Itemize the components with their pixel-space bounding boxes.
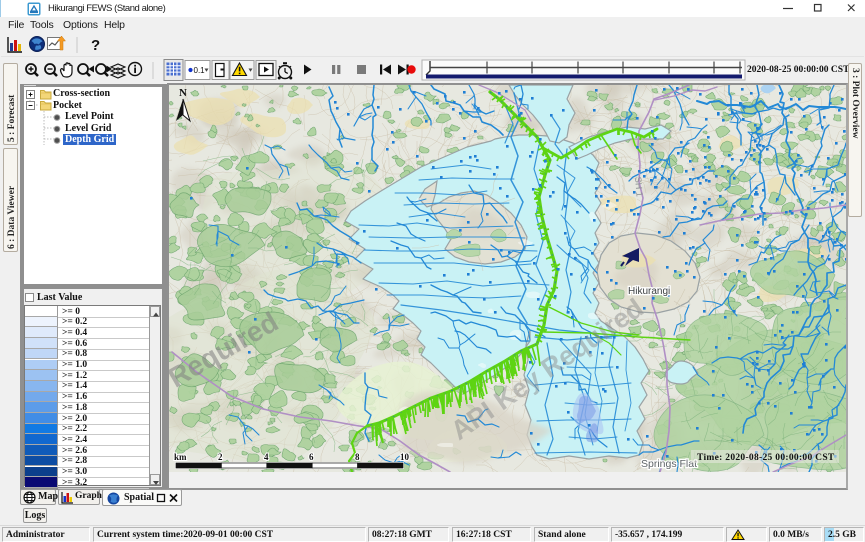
svg-text:Springs Flat: Springs Flat bbox=[641, 458, 697, 470]
svg-text:8: 8 bbox=[355, 452, 360, 462]
svg-text:Hikurangi: Hikurangi bbox=[628, 286, 670, 297]
svg-text:0.1: 0.1 bbox=[194, 66, 206, 75]
svg-text:6: 6 bbox=[309, 452, 314, 462]
svg-text:km: km bbox=[174, 452, 187, 462]
svg-text:4: 4 bbox=[264, 452, 269, 462]
svg-text:SH 1: SH 1 bbox=[633, 176, 645, 197]
svg-text:Time: 2020-08-25 00:00:00 CST: Time: 2020-08-25 00:00:00 CST bbox=[697, 453, 835, 463]
svg-text:N: N bbox=[179, 87, 187, 99]
svg-text:?: ? bbox=[91, 37, 100, 54]
svg-text:10: 10 bbox=[400, 452, 410, 462]
svg-text:2: 2 bbox=[218, 452, 223, 462]
svg-text:2020-08-25 00:00:00 CST: 2020-08-25 00:00:00 CST bbox=[747, 65, 850, 75]
